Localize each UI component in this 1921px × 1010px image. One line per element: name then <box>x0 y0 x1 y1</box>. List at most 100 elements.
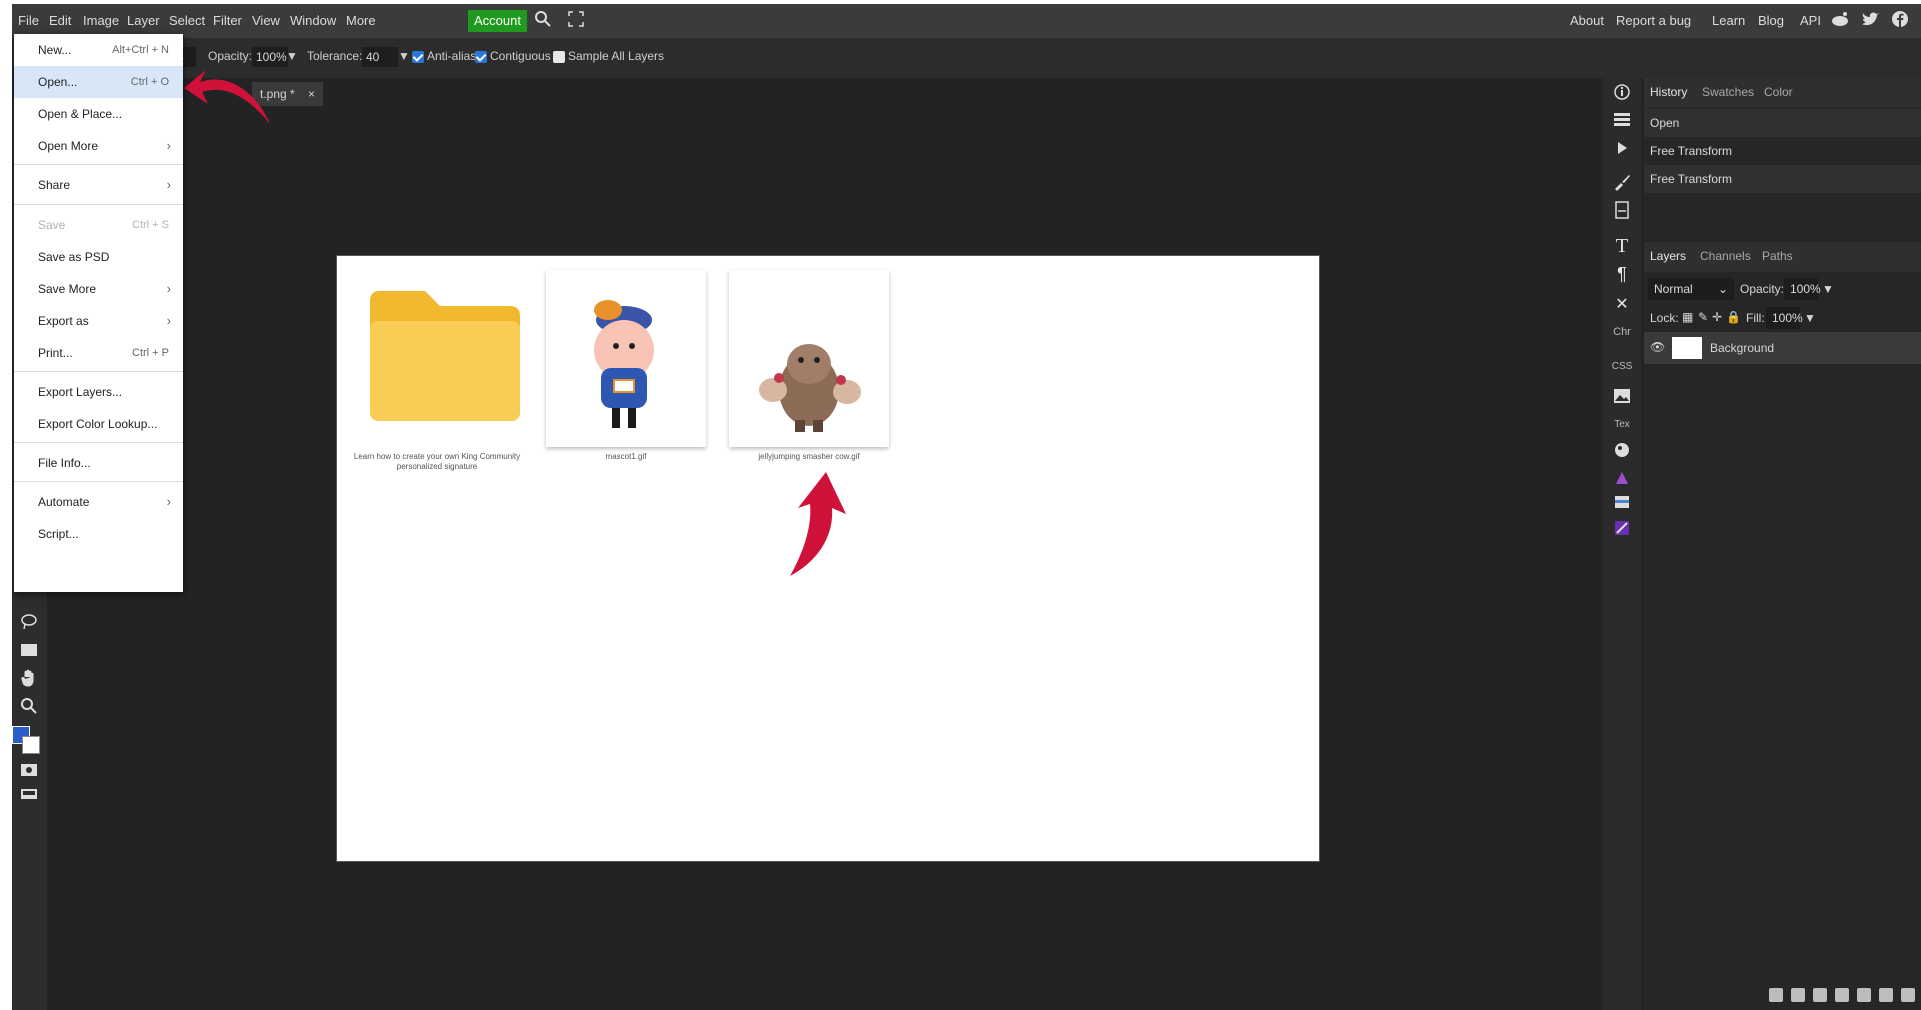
type-icon[interactable]: T <box>1609 234 1635 258</box>
document-tab-close[interactable]: × <box>308 87 315 101</box>
fill-field[interactable]: 100% <box>1766 307 1803 329</box>
tab-layers[interactable]: Layers <box>1650 249 1686 263</box>
antialias-checkbox[interactable] <box>412 51 424 63</box>
account-button[interactable]: Account <box>468 10 527 32</box>
blog-link[interactable]: Blog <box>1758 10 1784 32</box>
lock-all-icon[interactable]: 🔒 <box>1726 310 1741 324</box>
submenu-arrow-icon: › <box>166 313 171 328</box>
lock-pixels-icon[interactable]: ✎ <box>1698 310 1708 324</box>
learn-link[interactable]: Learn <box>1712 10 1745 32</box>
menu-item-export-as[interactable]: Export as › <box>14 305 183 337</box>
tolerance-dropdown-arrow[interactable]: ▼ <box>398 49 410 63</box>
delete-layer-icon[interactable] <box>1901 988 1915 1002</box>
opacity-dropdown-arrow[interactable]: ▼ <box>286 49 298 63</box>
menu-select[interactable]: Select <box>167 10 207 32</box>
marquee-icon[interactable] <box>16 638 42 662</box>
menu-item-script[interactable]: Script... <box>14 518 183 550</box>
globe-icon[interactable] <box>1609 438 1635 462</box>
menu-more[interactable]: More <box>344 10 378 32</box>
paragraph-icon[interactable]: ¶ <box>1609 262 1635 286</box>
menu-item-open-place[interactable]: Open & Place... <box>14 98 183 130</box>
menu-item-save: Save Ctrl + S <box>14 209 183 241</box>
twitter-icon[interactable] <box>1860 10 1880 32</box>
menu-file[interactable]: File <box>16 10 41 32</box>
blend-mode-select[interactable]: Normal ⌄ <box>1648 278 1734 300</box>
triangle-icon[interactable] <box>1609 466 1635 490</box>
facebook-icon[interactable] <box>1890 10 1910 32</box>
tolerance-field[interactable]: 40 <box>362 47 398 67</box>
about-link[interactable]: About <box>1570 10 1604 32</box>
new-layer-icon[interactable] <box>1879 988 1893 1002</box>
layer-opacity-field[interactable]: 100% <box>1784 278 1821 300</box>
lock-transparency-icon[interactable]: ▦ <box>1682 310 1693 324</box>
menu-item-open[interactable]: Open... Ctrl + O <box>14 66 183 98</box>
visibility-icon[interactable]: 👁 <box>1650 340 1665 354</box>
contiguous-checkbox[interactable] <box>475 51 487 63</box>
fullscreen-icon[interactable] <box>565 10 587 32</box>
menu-item-file-info[interactable]: File Info... <box>14 447 183 479</box>
api-link[interactable]: API <box>1800 10 1821 32</box>
file-thumbnail[interactable] <box>729 270 889 447</box>
menu-item-save-psd[interactable]: Save as PSD <box>14 241 183 273</box>
zoom-icon[interactable] <box>16 694 42 718</box>
document-icon[interactable] <box>1609 198 1635 222</box>
history-entry[interactable]: Open <box>1644 109 1921 137</box>
tab-swatches[interactable]: Swatches <box>1702 85 1754 99</box>
file-thumbnail[interactable] <box>546 270 706 447</box>
quick-mask-icon[interactable] <box>16 758 42 782</box>
fill-dropdown-arrow[interactable]: ▼ <box>1804 311 1816 325</box>
info-icon[interactable] <box>1609 80 1635 104</box>
menu-item-save-more[interactable]: Save More › <box>14 273 183 305</box>
menu-item-open-more[interactable]: Open More › <box>14 130 183 162</box>
layer-mask-icon[interactable] <box>1813 988 1827 1002</box>
layer-effects-icon[interactable] <box>1791 988 1805 1002</box>
adjustment-layer-icon[interactable] <box>1835 988 1849 1002</box>
menu-layer[interactable]: Layer <box>125 10 162 32</box>
layer-opacity-arrow[interactable]: ▼ <box>1822 282 1834 296</box>
lock-position-icon[interactable]: ✛ <box>1712 310 1722 324</box>
gradient-icon[interactable] <box>1609 516 1635 540</box>
hand-icon[interactable] <box>16 666 42 690</box>
history-icon[interactable] <box>1609 108 1635 132</box>
tab-channels[interactable]: Channels <box>1700 249 1751 263</box>
brush-icon[interactable] <box>1609 170 1635 194</box>
menu-image[interactable]: Image <box>81 10 121 32</box>
screen-mode-icon[interactable] <box>16 782 42 806</box>
reddit-icon[interactable] <box>1830 10 1850 32</box>
background-color-swatch[interactable] <box>22 736 40 754</box>
character-panel-label[interactable]: Chr <box>1609 320 1635 344</box>
menu-view[interactable]: View <box>250 10 282 32</box>
search-icon[interactable] <box>532 10 554 32</box>
css-panel-label[interactable]: CSS <box>1609 354 1635 378</box>
blend-mode-value: Normal <box>1654 282 1693 296</box>
tab-color[interactable]: Color <box>1764 85 1793 99</box>
tab-paths[interactable]: Paths <box>1762 249 1793 263</box>
gallery-icon[interactable] <box>1609 490 1635 514</box>
menu-item-print[interactable]: Print... Ctrl + P <box>14 337 183 369</box>
menu-item-export-layers[interactable]: Export Layers... <box>14 376 183 408</box>
sample-all-checkbox[interactable] <box>553 51 565 63</box>
menu-filter[interactable]: Filter <box>211 10 244 32</box>
new-group-icon[interactable] <box>1857 988 1871 1002</box>
history-entry[interactable]: Free Transform <box>1644 165 1921 193</box>
tab-history[interactable]: History <box>1650 85 1687 99</box>
link-layers-icon[interactable] <box>1769 988 1783 1002</box>
history-entry[interactable]: Free Transform <box>1644 137 1921 165</box>
menu-item-shortcut: Ctrl + P <box>132 347 169 359</box>
play-icon[interactable] <box>1609 136 1635 160</box>
menu-item-export-color-lookup[interactable]: Export Color Lookup... <box>14 408 183 440</box>
menu-window[interactable]: Window <box>288 10 338 32</box>
layer-thumbnail <box>1672 337 1702 359</box>
layers-bottom-toolbar <box>1769 988 1915 1004</box>
text-panel-label[interactable]: Tex <box>1609 412 1635 436</box>
menu-item-label: Script... <box>38 527 79 541</box>
image-icon[interactable] <box>1609 384 1635 408</box>
menu-item-new[interactable]: New... Alt+Ctrl + N <box>14 34 183 66</box>
lasso-icon[interactable] <box>16 610 42 634</box>
report-bug-link[interactable]: Report a bug <box>1616 10 1691 32</box>
menu-edit[interactable]: Edit <box>47 10 73 32</box>
menu-item-automate[interactable]: Automate › <box>14 486 183 518</box>
menu-item-share[interactable]: Share › <box>14 169 183 201</box>
layer-row-background[interactable]: 👁 Background <box>1644 332 1921 364</box>
tools-icon[interactable]: ✕ <box>1609 292 1635 316</box>
